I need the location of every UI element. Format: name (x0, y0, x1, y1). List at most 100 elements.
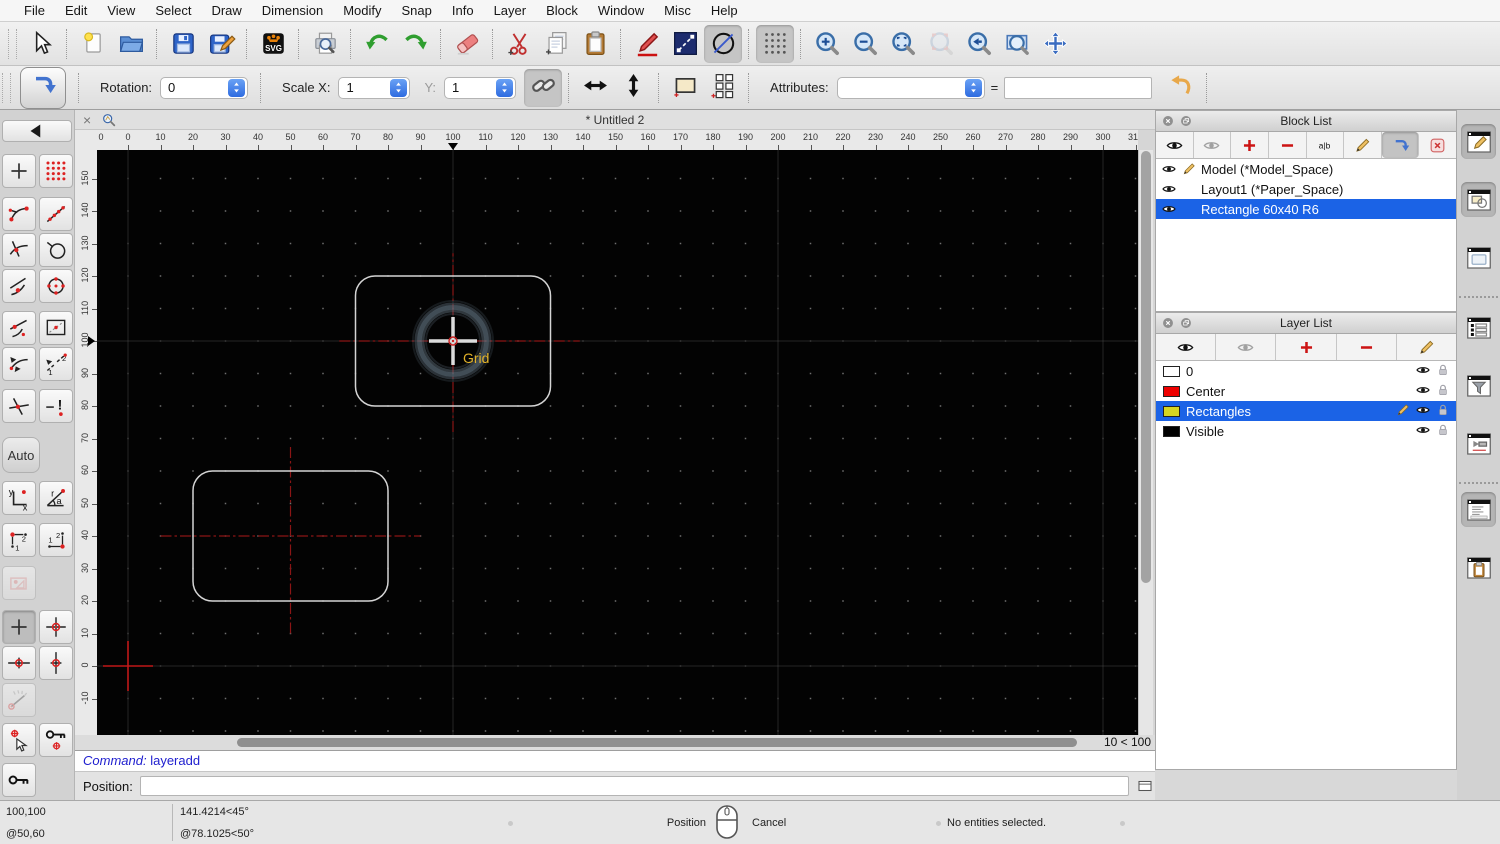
delete-button[interactable] (448, 25, 486, 63)
horizontal-scrollbar-thumb[interactable] (237, 738, 1077, 747)
dock-command-line-button[interactable] (1461, 492, 1496, 527)
snap-perpendicular[interactable] (2, 311, 36, 345)
dock-property-editor-button[interactable] (1461, 124, 1496, 159)
show-all-blocks-button[interactable] (1156, 132, 1194, 158)
lock-relative-zero[interactable] (39, 723, 73, 757)
edit-block-button[interactable] (1344, 132, 1382, 158)
show-all-layers-button[interactable] (1156, 334, 1217, 360)
menu-file[interactable]: File (14, 3, 55, 18)
layer-color-swatch[interactable] (1163, 365, 1180, 377)
select-tool-button[interactable] (22, 25, 60, 63)
single-insert-button[interactable] (666, 69, 704, 107)
line-tool-button[interactable] (666, 25, 704, 63)
shape-tool[interactable] (2, 566, 36, 600)
block-row[interactable]: Model (*Model_Space) (1156, 159, 1456, 179)
layer-color-swatch[interactable] (1163, 425, 1180, 437)
flip-horizontal-button[interactable] (576, 69, 614, 107)
visibility-eye-icon[interactable] (1415, 382, 1432, 398)
visibility-eye-icon[interactable] (1415, 362, 1432, 378)
restrict-horizontal[interactable] (2, 646, 36, 680)
snap-exclude[interactable]: ! (39, 389, 73, 423)
edit-pencil-icon[interactable] (1395, 402, 1412, 418)
snap-intersection-manual[interactable] (2, 389, 36, 423)
hide-all-layers-button[interactable] (1216, 334, 1277, 360)
block-row[interactable]: Layout1 (*Paper_Space) (1156, 179, 1456, 199)
ellipse-tool-button[interactable] (704, 24, 742, 63)
lock-icon[interactable] (1435, 382, 1452, 398)
layer-row[interactable]: Visible (1156, 421, 1456, 441)
layer-row[interactable]: Center (1156, 381, 1456, 401)
lock-icon[interactable] (1435, 362, 1452, 378)
array-insert-button[interactable] (704, 69, 742, 107)
layer-row[interactable]: 0 (1156, 361, 1456, 381)
stepper-icon[interactable] (964, 78, 982, 97)
snap-quadrant[interactable] (39, 269, 73, 303)
rename-block-button[interactable]: a|b (1307, 132, 1345, 158)
insert-block-button[interactable] (1381, 132, 1420, 158)
dock-block-list-button[interactable] (1461, 182, 1496, 217)
coord-polar[interactable]: ra (39, 481, 73, 515)
snap-endpoints[interactable] (2, 197, 36, 231)
stepper-icon[interactable] (228, 78, 246, 97)
zoom-in-button[interactable] (808, 25, 846, 63)
zoom-window-button[interactable] (998, 25, 1036, 63)
zoom-selection-button[interactable] (922, 25, 960, 63)
stepper-icon[interactable] (496, 78, 514, 97)
active-tool-button[interactable] (20, 66, 66, 109)
rel-coords-a[interactable]: 12 (2, 523, 36, 557)
add-block-button[interactable] (1231, 132, 1269, 158)
dock-layer-list-button[interactable] (1461, 310, 1496, 345)
pen-color-button[interactable] (628, 25, 666, 63)
menu-edit[interactable]: Edit (55, 3, 97, 18)
cut-button[interactable] (500, 25, 538, 63)
dock-clipboard-button[interactable] (1461, 550, 1496, 585)
undo-button[interactable] (358, 25, 396, 63)
snap-plus[interactable] (2, 610, 36, 644)
menu-draw[interactable]: Draw (201, 3, 251, 18)
svg-export-button[interactable]: SVG (254, 25, 292, 63)
layer-row[interactable]: Rectangles (1156, 401, 1456, 421)
menu-help[interactable]: Help (701, 3, 748, 18)
snap-on-entity[interactable] (39, 197, 73, 231)
drawing-canvas[interactable]: Grid (97, 150, 1138, 735)
zoom-previous-button[interactable] (960, 25, 998, 63)
position-input[interactable] (139, 776, 1130, 796)
stepper-icon[interactable] (390, 78, 408, 97)
menu-block[interactable]: Block (536, 3, 588, 18)
dock-selection-filter-button[interactable] (1461, 368, 1496, 403)
snap-center[interactable] (39, 233, 73, 267)
horizontal-scrollbar[interactable]: 10 < 100 (75, 735, 1155, 750)
restrict-orthogonal[interactable] (2, 347, 36, 381)
edit-layer-button[interactable] (1397, 334, 1456, 360)
copy-button[interactable] (538, 25, 576, 63)
vertical-scrollbar[interactable] (1138, 150, 1153, 735)
menu-misc[interactable]: Misc (654, 3, 701, 18)
redo-button[interactable] (396, 25, 434, 63)
menu-layer[interactable]: Layer (484, 3, 537, 18)
remove-block-button[interactable] (1269, 132, 1307, 158)
paste-button[interactable] (576, 25, 614, 63)
remove-layer-button[interactable] (1337, 334, 1397, 360)
snap-grid[interactable] (39, 154, 73, 188)
hide-all-blocks-button[interactable] (1194, 132, 1232, 158)
zoom-auto-button[interactable] (884, 25, 922, 63)
menu-snap[interactable]: Snap (392, 3, 442, 18)
edit-pencil-icon[interactable] (1181, 161, 1198, 177)
layer-color-swatch[interactable] (1163, 405, 1180, 417)
block-row[interactable]: Rectangle 60x40 R6 (1156, 199, 1456, 219)
menu-info[interactable]: Info (442, 3, 484, 18)
flip-vertical-button[interactable] (614, 69, 652, 107)
snap-auto-button[interactable]: Auto (2, 437, 40, 473)
angle-tool[interactable] (2, 683, 36, 717)
restrict-order[interactable]: 12 (39, 347, 73, 381)
menu-modify[interactable]: Modify (333, 3, 391, 18)
open-file-button[interactable] (112, 25, 150, 63)
restrict-vertical[interactable] (39, 646, 73, 680)
zoom-pan-button[interactable] (1036, 25, 1074, 63)
visibility-eye-icon[interactable] (1415, 422, 1432, 438)
visibility-eye-icon[interactable] (1161, 201, 1178, 217)
rotation-combo[interactable]: 0 (160, 76, 249, 99)
visibility-eye-icon[interactable] (1161, 181, 1178, 197)
lock-icon[interactable] (1435, 402, 1452, 418)
command-line[interactable]: Command: layeradd (75, 750, 1155, 772)
